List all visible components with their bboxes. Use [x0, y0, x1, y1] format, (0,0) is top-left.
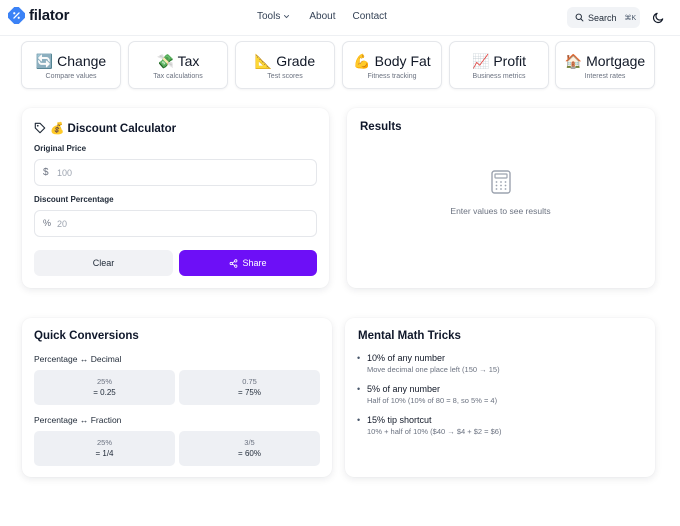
category-title: 📐 Grade — [254, 53, 316, 69]
bullet: • — [357, 353, 361, 363]
results-title: Results — [360, 121, 402, 133]
quick-conversions-card: Quick Conversions Percentage ↔ Decimal 2… — [22, 318, 332, 477]
category-title: 🔄 Change — [35, 53, 107, 69]
logo-icon — [8, 7, 25, 24]
category-subtitle: Test scores — [267, 73, 303, 80]
calculator-icon — [491, 170, 511, 194]
nav-contact[interactable]: Contact — [353, 11, 387, 22]
clear-button[interactable]: Clear — [34, 250, 173, 276]
tag-icon — [34, 122, 46, 134]
trick-item: • 10% of any number Move decimal one pla… — [357, 353, 500, 374]
results-card: Results Enter values to see results — [347, 108, 655, 288]
search-icon — [575, 13, 584, 22]
chart-increasing-icon: 📈 — [471, 53, 490, 69]
main-nav: Tools About Contact — [257, 11, 387, 22]
conversion-group-title: Percentage ↔ Fraction — [34, 415, 122, 425]
nav-contact-label: Contact — [352, 11, 387, 22]
chevron-down-icon — [284, 14, 290, 19]
search-label: Search — [588, 12, 617, 23]
category-card-grade[interactable]: 📐 Grade Test scores — [235, 41, 335, 89]
original-price-field: $ — [34, 159, 317, 186]
search-shortcut: ⌘K — [624, 14, 637, 22]
category-card-mortgage[interactable]: 🏠 Mortgage Interest rates — [555, 41, 655, 89]
tricks-title: Mental Math Tricks — [358, 330, 461, 342]
category-subtitle: Interest rates — [584, 73, 626, 80]
discount-percentage-label: Discount Percentage — [34, 195, 114, 204]
discount-calculator-card: 💰 Discount Calculator Original Price $ D… — [22, 108, 329, 288]
category-subtitle: Business metrics — [472, 73, 526, 80]
category-subtitle: Compare values — [45, 73, 97, 80]
nav-about[interactable]: About — [309, 11, 335, 22]
conversions-title: Quick Conversions — [34, 330, 139, 342]
category-title: 📈 Profit — [471, 53, 526, 69]
nav-tools[interactable]: Tools — [257, 11, 290, 22]
share-button[interactable]: Share — [179, 250, 317, 276]
trick-item: • 15% tip shortcut 10% + half of 10% ($4… — [357, 415, 502, 436]
mental-math-card: Mental Math Tricks • 10% of any number M… — [345, 318, 655, 477]
dollar-icon: $ — [43, 167, 49, 178]
trick-item: • 5% of any number Half of 10% (10% of 8… — [357, 384, 498, 405]
conversion-group-title: Percentage ↔ Decimal — [34, 354, 122, 364]
share-button-label: Share — [242, 258, 267, 268]
nav-about-label: About — [309, 11, 336, 22]
house-icon: 🏠 — [564, 53, 583, 69]
calculator-title: 💰 Discount Calculator — [34, 121, 176, 135]
search-button[interactable]: Search ⌘K — [567, 7, 640, 28]
category-card-tax[interactable]: 💸 Tax Tax calculations — [128, 41, 228, 89]
conversion-item: 25% = 1/4 — [34, 431, 175, 466]
share-icon — [230, 258, 238, 268]
original-price-input[interactable] — [57, 165, 297, 181]
flexed-biceps-icon: 💪 — [353, 53, 371, 69]
category-card-profit[interactable]: 📈 Profit Business metrics — [449, 41, 549, 89]
category-title: 💪 Body Fat — [353, 53, 431, 69]
money-wings-icon: 💸 — [156, 53, 174, 69]
percent-icon: % — [43, 218, 52, 228]
discount-percentage-input[interactable] — [57, 216, 297, 232]
nav-tools-label: Tools — [257, 11, 281, 22]
discount-percentage-field: % — [34, 210, 317, 237]
refresh-icon: 🔄 — [35, 53, 54, 69]
conversion-item: 25% = 0.25 — [34, 370, 175, 405]
triangular-ruler-icon: 📐 — [254, 53, 273, 69]
category-subtitle: Fitness tracking — [367, 73, 417, 80]
bullet: • — [357, 415, 361, 425]
conversion-item: 0.75 = 75% — [179, 370, 320, 405]
bullet: • — [357, 384, 361, 394]
category-subtitle: Tax calculations — [153, 73, 203, 80]
category-title: 🏠 Mortgage — [564, 53, 646, 69]
category-card-change[interactable]: 🔄 Change Compare values — [21, 41, 121, 89]
category-title: 💸 Tax — [156, 53, 200, 69]
results-empty-text: Enter values to see results — [450, 206, 551, 216]
top-header: filator Tools About Contact Search ⌘K — [0, 0, 680, 36]
brand-name: filator — [29, 7, 70, 24]
moon-icon[interactable] — [652, 11, 665, 24]
category-card-body-fat[interactable]: 💪 Body Fat Fitness tracking — [342, 41, 442, 89]
original-price-label: Original Price — [34, 144, 87, 153]
conversion-item: 3/5 = 60% — [179, 431, 320, 466]
brand-logo[interactable]: filator — [8, 7, 69, 24]
clear-button-label: Clear — [92, 258, 115, 268]
